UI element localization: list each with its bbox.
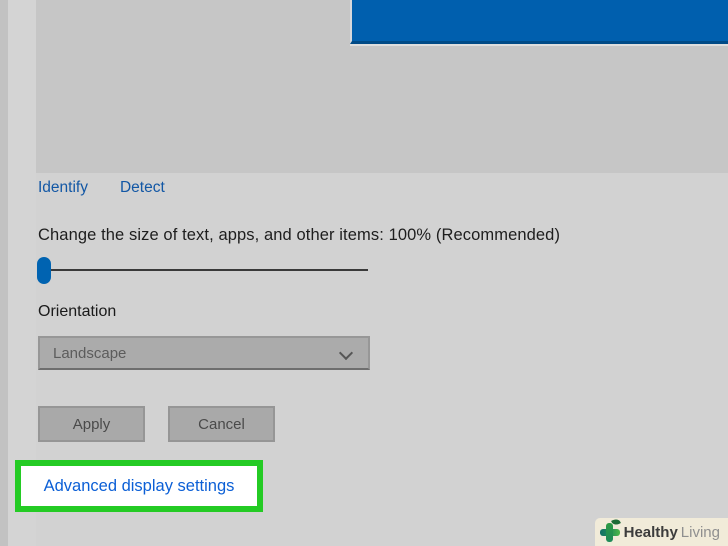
orientation-selected-value: Landscape xyxy=(53,344,127,362)
scaling-label: Change the size of text, apps, and other… xyxy=(38,226,561,244)
apply-button[interactable]: Apply xyxy=(38,406,145,442)
detect-link[interactable]: Detect xyxy=(120,179,165,197)
cancel-button[interactable]: Cancel xyxy=(168,406,275,442)
scaling-slider[interactable] xyxy=(37,256,370,285)
annotation-highlight-box: Advanced display settings xyxy=(15,460,263,512)
green-cross-leaf-icon xyxy=(599,517,621,542)
cross-vertical-bar xyxy=(605,523,613,542)
chevron-down-icon xyxy=(338,345,354,361)
advanced-display-settings-link[interactable]: Advanced display settings xyxy=(44,477,235,496)
display-settings-page: Identify Detect Change the size of text,… xyxy=(0,0,728,546)
monitor-preview-area xyxy=(36,0,728,173)
monitor-links-row: Identify Detect xyxy=(38,179,165,197)
identify-link[interactable]: Identify xyxy=(38,179,88,197)
orientation-dropdown[interactable]: Landscape xyxy=(38,336,370,370)
slider-thumb[interactable] xyxy=(37,257,51,284)
watermark-brand-bold: Healthy xyxy=(623,523,678,541)
watermark-brand-light: Living xyxy=(680,523,720,541)
watermark-badge: Healthy Living xyxy=(594,517,728,546)
orientation-label: Orientation xyxy=(38,303,117,320)
slider-track[interactable] xyxy=(40,269,368,271)
window-left-edge xyxy=(0,0,8,546)
selected-monitor-rect[interactable] xyxy=(350,0,728,44)
